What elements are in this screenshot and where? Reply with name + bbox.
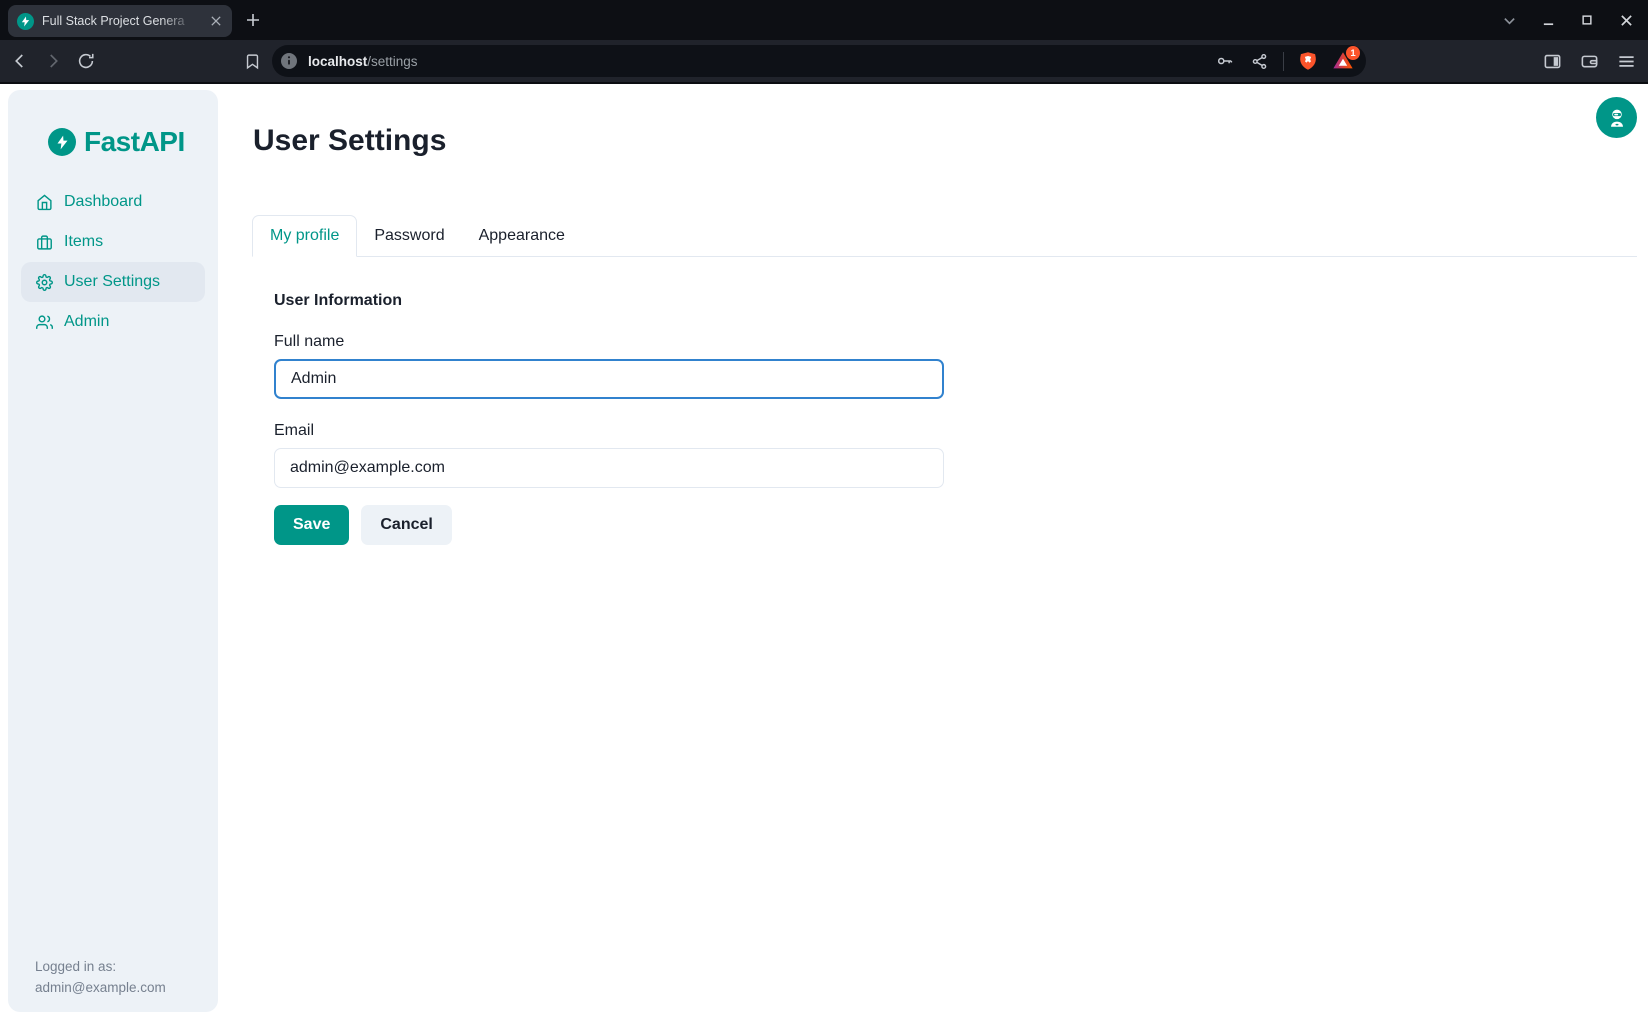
sidebar: FastAPI Dashboard It [8, 90, 218, 1012]
full-name-input[interactable] [274, 359, 944, 399]
settings-tabs: My profile Password Appearance [252, 215, 1637, 257]
email-input[interactable] [274, 448, 944, 488]
tab-search-chevron-icon[interactable] [1501, 12, 1517, 28]
url-host: localhost [308, 54, 367, 69]
url-path: /settings [367, 54, 417, 69]
logged-in-email: admin@example.com [35, 977, 166, 998]
maximize-button[interactable] [1579, 12, 1595, 28]
toolbar-right-actions [1542, 40, 1636, 82]
new-tab-button[interactable] [240, 7, 266, 33]
logged-in-footer: Logged in as: admin@example.com [35, 956, 166, 998]
password-key-icon[interactable] [1215, 51, 1235, 71]
urlbar-actions: 1 [1215, 50, 1354, 72]
tab-my-profile[interactable]: My profile [252, 215, 357, 257]
sidebar-nav: Dashboard Items User Set [21, 182, 205, 342]
bookmark-icon[interactable] [242, 51, 262, 71]
fastapi-favicon-icon [17, 13, 34, 30]
reload-button[interactable] [76, 51, 96, 71]
close-window-button[interactable] [1618, 12, 1634, 28]
sidebar-item-admin[interactable]: Admin [21, 302, 205, 342]
cancel-button[interactable]: Cancel [361, 505, 451, 545]
main-area: User Settings My profile Password Appear… [218, 84, 1648, 1025]
site-info-icon[interactable] [281, 53, 297, 69]
user-information-form: User Information Full name Email Save Ca… [274, 292, 944, 545]
nav-buttons [10, 40, 96, 82]
form-actions: Save Cancel [274, 505, 944, 545]
tab-appearance[interactable]: Appearance [462, 215, 582, 257]
section-title: User Information [274, 292, 944, 310]
rewards-badge: 1 [1346, 46, 1360, 60]
app-content: FastAPI Dashboard It [0, 84, 1648, 1025]
tab-close-icon[interactable] [208, 13, 224, 29]
user-astronaut-icon [1606, 107, 1628, 129]
toolbar-divider [1283, 52, 1284, 71]
wallet-icon[interactable] [1579, 51, 1599, 71]
tab-password[interactable]: Password [357, 215, 461, 257]
side-panel-icon[interactable] [1542, 51, 1562, 71]
sidebar-item-label: User Settings [64, 273, 160, 291]
fastapi-bolt-icon [48, 128, 76, 156]
home-icon [36, 194, 53, 211]
fastapi-logo: FastAPI [48, 126, 185, 158]
page-title: User Settings [253, 124, 446, 158]
logged-in-label: Logged in as: [35, 956, 166, 977]
sidebar-item-label: Admin [64, 313, 109, 331]
browser-tab-strip: Full Stack Project Genera [0, 0, 1648, 40]
tab-title: Full Stack Project Genera [42, 14, 200, 28]
browser-tab[interactable]: Full Stack Project Genera [8, 5, 232, 37]
sidebar-item-user-settings[interactable]: User Settings [21, 262, 205, 302]
menu-hamburger-icon[interactable] [1616, 51, 1636, 71]
brave-shield-icon[interactable] [1298, 51, 1318, 71]
share-icon[interactable] [1249, 51, 1269, 71]
window-controls [1501, 0, 1634, 40]
sidebar-item-label: Dashboard [64, 193, 142, 211]
briefcase-icon [36, 234, 53, 251]
full-name-label: Full name [274, 333, 944, 351]
browser-toolbar: localhost/settings [0, 40, 1648, 84]
users-icon [36, 314, 53, 331]
save-button[interactable]: Save [274, 505, 349, 545]
back-button[interactable] [10, 51, 30, 71]
gear-icon [36, 274, 53, 291]
email-label: Email [274, 422, 944, 440]
sidebar-item-label: Items [64, 233, 103, 251]
sidebar-item-items[interactable]: Items [21, 222, 205, 262]
brand-name: FastAPI [84, 126, 185, 158]
url-bar[interactable]: localhost/settings [272, 45, 1366, 77]
minimize-button[interactable] [1540, 12, 1556, 28]
brave-rewards-icon[interactable]: 1 [1332, 50, 1354, 72]
forward-button[interactable] [43, 51, 63, 71]
sidebar-item-dashboard[interactable]: Dashboard [21, 182, 205, 222]
user-avatar-button[interactable] [1596, 97, 1637, 138]
url-text: localhost/settings [308, 54, 418, 69]
